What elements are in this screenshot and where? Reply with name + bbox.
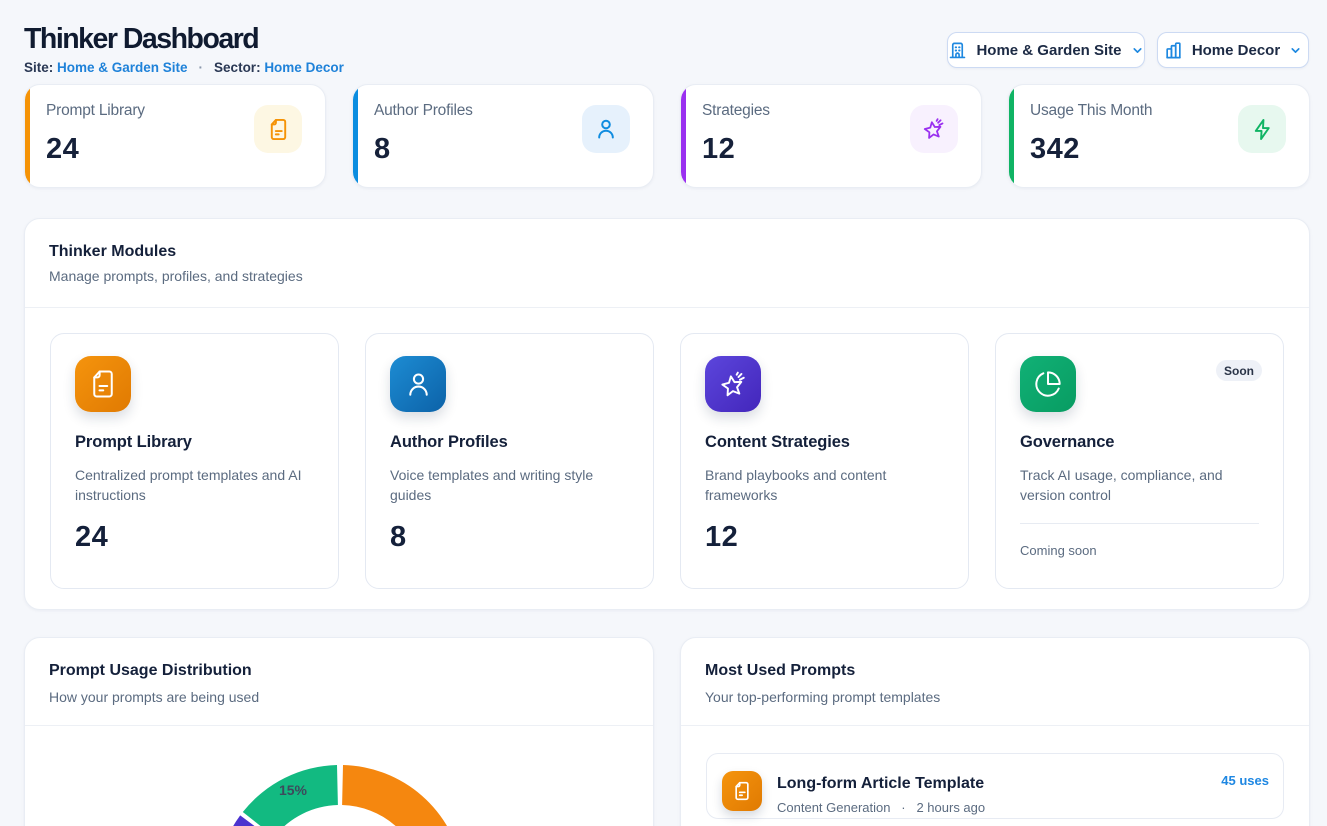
svg-text:15%: 15% xyxy=(279,782,308,798)
